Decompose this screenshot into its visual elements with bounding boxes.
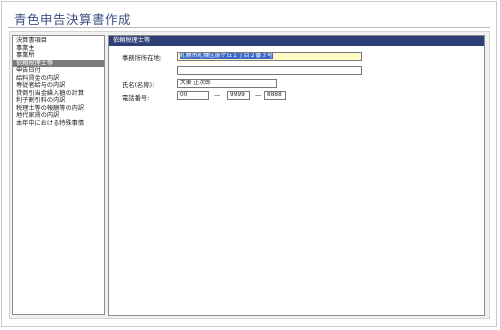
- phone-label: 電話番号:: [122, 95, 150, 102]
- sidebar-item-interest-discount[interactable]: 利子割引料の内訳: [13, 97, 104, 105]
- sidebar-item-special-circumstances[interactable]: 本年中における特殊事情: [13, 120, 104, 128]
- name-label: 氏名(名称):: [122, 82, 155, 89]
- office-address-field-line2[interactable]: [177, 66, 362, 75]
- section-list[interactable]: 決算書項目 事業主 事業所 依頼税理士等 申告日付 給料賃金の内訳 専従者給与の…: [12, 35, 105, 315]
- form-header: 依頼税理士等: [109, 36, 484, 46]
- page-title: 青色申告決算書作成: [14, 12, 132, 27]
- selected-address-text: 札幌市札幌区原ケ丘１丁目２番３号: [180, 53, 273, 59]
- sidebar-item-family-employee-salary[interactable]: 専従者給与の内訳: [13, 82, 104, 90]
- sidebar-item-rent-breakdown[interactable]: 地代家賃の内訳: [13, 112, 104, 120]
- phone-number-field[interactable]: 8888: [264, 91, 286, 100]
- form-panel: 依頼税理士等: [108, 35, 485, 316]
- title-divider: [8, 27, 490, 28]
- name-field[interactable]: 大東 正次郎: [177, 79, 277, 88]
- sidebar-item-settlement-items[interactable]: 決算書項目: [13, 37, 104, 45]
- phone-area-code-field[interactable]: 00: [177, 91, 209, 100]
- phone-exchange-field[interactable]: 9999: [227, 91, 250, 100]
- office-address-label: 事務所所在地:: [122, 55, 162, 62]
- phone-separator-1: —: [214, 92, 221, 99]
- sidebar-item-business-office[interactable]: 事業所: [13, 52, 104, 60]
- sidebar-item-filing-date[interactable]: 申告日付: [13, 67, 104, 75]
- sidebar-item-business-owner[interactable]: 事業主: [13, 45, 104, 53]
- phone-separator-2: —: [255, 92, 262, 99]
- office-address-field[interactable]: 札幌市札幌区原ケ丘１丁目２番３号: [177, 52, 362, 61]
